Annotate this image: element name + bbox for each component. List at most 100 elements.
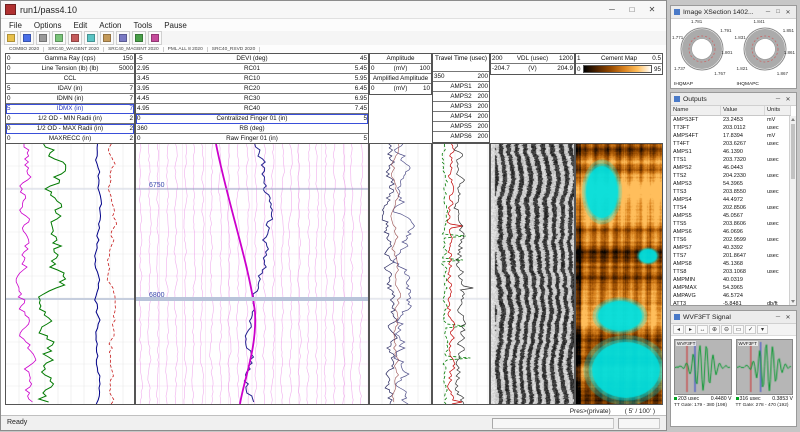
output-row[interactable]: AMPS3 54.3965 bbox=[671, 180, 791, 188]
scrollbar-thumb[interactable] bbox=[791, 124, 795, 179]
travel-time-title[interactable]: Travel Time (usec) bbox=[433, 54, 489, 72]
curve-header-row[interactable]: 3.95 RC20 6.45 bbox=[136, 84, 368, 94]
curve-header-row[interactable]: Amplified Amplitude bbox=[370, 74, 431, 84]
toolbar-icon[interactable] bbox=[52, 31, 66, 45]
curve-header-row[interactable]: 5 IDMX (in) 7 bbox=[6, 104, 134, 114]
curve-header-row[interactable]: 0 1/2 OD - MAX Radii (in) 2 bbox=[6, 124, 134, 134]
output-row[interactable]: TTS7 201.8647 usec bbox=[671, 252, 791, 260]
curve-header-row[interactable]: AMPS6 200 bbox=[433, 132, 489, 142]
panel-control-button[interactable]: ─ bbox=[763, 9, 773, 16]
waveform-display[interactable]: WVF3FT bbox=[674, 339, 732, 395]
window-control-button[interactable]: □ bbox=[622, 5, 642, 14]
output-row[interactable]: TT3FT 203.0112 usec bbox=[671, 124, 791, 132]
output-row[interactable]: TTS3 203.8550 usec bbox=[671, 188, 791, 196]
curve-header-row[interactable]: AMPS2 200 bbox=[433, 92, 489, 102]
signal-tool-button[interactable]: ↔ bbox=[697, 325, 708, 334]
toolbar-icon[interactable] bbox=[4, 31, 18, 45]
output-row[interactable]: TTS1 203.7320 usec bbox=[671, 156, 791, 164]
xsection-titlebar[interactable]: Image XSection 1402... ─ □ ✕ bbox=[671, 6, 796, 19]
toolbar-icon[interactable] bbox=[132, 31, 146, 45]
curve-header-row[interactable]: -5 DEVI (deg) 45 bbox=[136, 54, 368, 64]
signal-tool-button[interactable]: ▭ bbox=[733, 325, 744, 334]
signal-tool-button[interactable]: ◂ bbox=[673, 325, 684, 334]
column-header[interactable]: Units bbox=[765, 106, 791, 115]
outputs-scrollbar[interactable] bbox=[789, 116, 796, 305]
column-header[interactable]: Name bbox=[671, 106, 721, 115]
curve-header-row[interactable]: AMPS3 200 bbox=[433, 102, 489, 112]
output-row[interactable]: TTS6 202.9599 usec bbox=[671, 236, 791, 244]
curve-header-row[interactable]: 0 1/2 OD - MIN Radii (in) 2 bbox=[6, 114, 134, 124]
curve-header-row[interactable]: AMPS1 200 bbox=[433, 82, 489, 92]
output-row[interactable]: AMPS6 46.0696 bbox=[671, 228, 791, 236]
output-row[interactable]: AMPS4FT 17.8394 mV bbox=[671, 132, 791, 140]
toolbar-icon[interactable] bbox=[84, 31, 98, 45]
panel-control-button[interactable]: ─ bbox=[773, 96, 783, 103]
curve-header-row[interactable]: 350 200 bbox=[433, 72, 489, 82]
output-row[interactable]: ATT3 -5.8481 db/ft bbox=[671, 300, 791, 305]
outputs-titlebar[interactable]: Outputs ─ ✕ bbox=[671, 93, 796, 106]
curve-header-row[interactable]: 0 Centralized Finger 01 (in) 5 bbox=[136, 114, 368, 124]
menu-item[interactable]: Action bbox=[93, 21, 127, 30]
output-row[interactable]: AMPS5 45.0567 bbox=[671, 212, 791, 220]
toolbar-icon[interactable] bbox=[148, 31, 162, 45]
titlebar[interactable]: run1/pass4.10 ─ □ ✕ bbox=[1, 1, 666, 19]
signal-tool-button[interactable]: ⊖ bbox=[721, 325, 732, 334]
output-row[interactable]: AMPS2 46.0443 bbox=[671, 164, 791, 172]
signal-tool-button[interactable]: ✓ bbox=[745, 325, 756, 334]
panel-control-button[interactable]: □ bbox=[773, 9, 783, 16]
curve-header-row[interactable]: 200 VDL (usec) 1200 bbox=[491, 54, 574, 64]
curve-header-row[interactable]: 3.45 RC10 5.95 bbox=[136, 74, 368, 84]
scroll-down-icon[interactable] bbox=[791, 300, 795, 303]
curve-header-row[interactable]: 360 RB (deg) bbox=[136, 124, 368, 134]
scroll-up-icon[interactable] bbox=[791, 118, 795, 121]
panel-control-button[interactable]: ✕ bbox=[783, 314, 793, 321]
output-row[interactable]: AMPS4 44.4972 bbox=[671, 196, 791, 204]
panel-control-button[interactable]: ✕ bbox=[783, 9, 793, 16]
curve-header-row[interactable]: CCL bbox=[6, 74, 134, 84]
output-row[interactable]: AMPS3FT 23.2453 mV bbox=[671, 116, 791, 124]
signal-tool-button[interactable]: ▸ bbox=[685, 325, 696, 334]
window-control-button[interactable]: ✕ bbox=[642, 5, 662, 14]
signal-titlebar[interactable]: WVF3FT Signal ─ ✕ bbox=[671, 311, 796, 324]
toolbar-icon[interactable] bbox=[100, 31, 114, 45]
curve-header-row[interactable]: 2.95 RC01 5.45 bbox=[136, 64, 368, 74]
curve-header-row[interactable]: AMPS4 200 bbox=[433, 112, 489, 122]
curve-header-row[interactable]: Amplitude bbox=[370, 54, 431, 64]
panel-control-button[interactable]: ✕ bbox=[783, 96, 793, 103]
output-row[interactable]: AMPS7 40.3392 bbox=[671, 244, 791, 252]
toolbar-icon[interactable] bbox=[20, 31, 34, 45]
curve-header-row[interactable]: 4.95 RC40 7.45 bbox=[136, 104, 368, 114]
curve-header-row[interactable]: 0 (mV) 10 bbox=[370, 84, 431, 94]
curve-header-row[interactable]: 0 Line Tension (lb) (lb) 5000 bbox=[6, 64, 134, 74]
toolbar-icon[interactable] bbox=[68, 31, 82, 45]
output-row[interactable]: AMPS1 46.1390 bbox=[671, 148, 791, 156]
toolbar-icon[interactable] bbox=[36, 31, 50, 45]
curve-header-row[interactable]: AMPS5 200 bbox=[433, 122, 489, 132]
menu-item[interactable]: Edit bbox=[67, 21, 93, 30]
menu-item[interactable]: File bbox=[3, 21, 28, 30]
dataset-tab[interactable]: PML ALL 8 2020 bbox=[164, 46, 208, 52]
output-row[interactable]: AMPMIN 40.0319 bbox=[671, 276, 791, 284]
dataset-tab[interactable]: SRC40_MAGBNT 2020 bbox=[104, 46, 164, 52]
curve-header-row[interactable]: 4.45 RC30 6.95 bbox=[136, 94, 368, 104]
curve-header-row[interactable]: 0 IDMN (in) 7 bbox=[6, 94, 134, 104]
output-row[interactable]: AMPAVG 46.5724 bbox=[671, 292, 791, 300]
curve-header-row[interactable]: 0 Gamma Ray (cps) 150 bbox=[6, 54, 134, 64]
output-row[interactable]: AMPS8 45.1368 bbox=[671, 260, 791, 268]
dataset-tab[interactable]: SRC40_WAGBNT 2020 bbox=[44, 46, 105, 52]
menu-item[interactable]: Pause bbox=[158, 21, 193, 30]
waveform-display[interactable]: WVF3FT bbox=[735, 339, 793, 395]
dataset-tab[interactable]: COMBO 2020 bbox=[5, 46, 45, 52]
toolbar-icon[interactable] bbox=[116, 31, 130, 45]
curve-header-row[interactable]: 0 (mV) 100 bbox=[370, 64, 431, 74]
signal-tool-button[interactable]: ▾ bbox=[757, 325, 768, 334]
panel-control-button[interactable]: ─ bbox=[773, 314, 783, 321]
dataset-tab[interactable]: SRC40_RSVD 2020 bbox=[208, 46, 261, 52]
signal-tool-button[interactable]: ⊕ bbox=[709, 325, 720, 334]
cement-map-scale-row[interactable]: 1 Cement Map 0.5 bbox=[576, 54, 662, 64]
menu-item[interactable]: Tools bbox=[128, 21, 159, 30]
output-row[interactable]: TT4FT 203.6267 usec bbox=[671, 140, 791, 148]
window-control-button[interactable]: ─ bbox=[602, 5, 622, 14]
output-row[interactable]: TTS5 203.8606 usec bbox=[671, 220, 791, 228]
column-header[interactable]: Value bbox=[721, 106, 765, 115]
